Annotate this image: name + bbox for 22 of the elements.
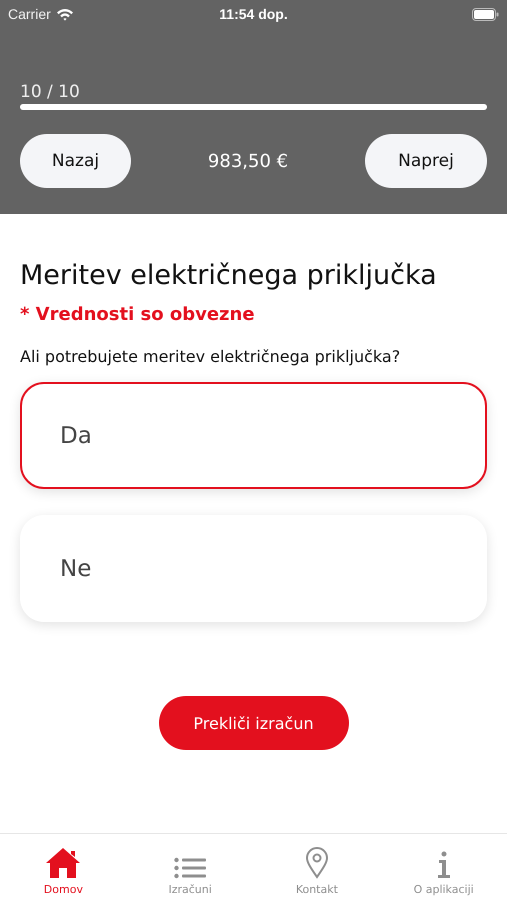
info-icon <box>436 851 452 879</box>
back-button[interactable]: Nazaj <box>20 134 131 188</box>
clock: 11:54 dop. <box>219 6 288 22</box>
location-pin-icon <box>304 847 329 879</box>
cancel-button[interactable]: Prekliči izračun <box>158 696 348 750</box>
question-text: Ali potrebujete meritev električnega priključka? <box>20 347 402 366</box>
tab-item[interactable]: Domov <box>0 838 127 900</box>
home-icon <box>45 847 82 879</box>
total-price: 983,50 € <box>208 150 288 172</box>
wifi-icon <box>56 8 74 20</box>
answer-option[interactable]: Ne <box>20 515 487 622</box>
carrier-label: Carrier <box>8 6 51 22</box>
tab-item[interactable]: O aplikaciji <box>380 838 507 900</box>
progress-label: 10 / 10 <box>20 82 80 102</box>
page-title: Meritev električnega priključka <box>20 259 438 293</box>
required-note: * Vrednosti so obvezne <box>20 304 256 325</box>
battery-icon <box>472 8 499 20</box>
next-button[interactable]: Naprej <box>365 134 487 188</box>
answer-option[interactable]: Da <box>20 382 487 489</box>
tab-item[interactable]: Izračuni <box>126 838 254 900</box>
tab-item[interactable]: Kontakt <box>254 838 380 900</box>
list-icon <box>174 857 206 879</box>
